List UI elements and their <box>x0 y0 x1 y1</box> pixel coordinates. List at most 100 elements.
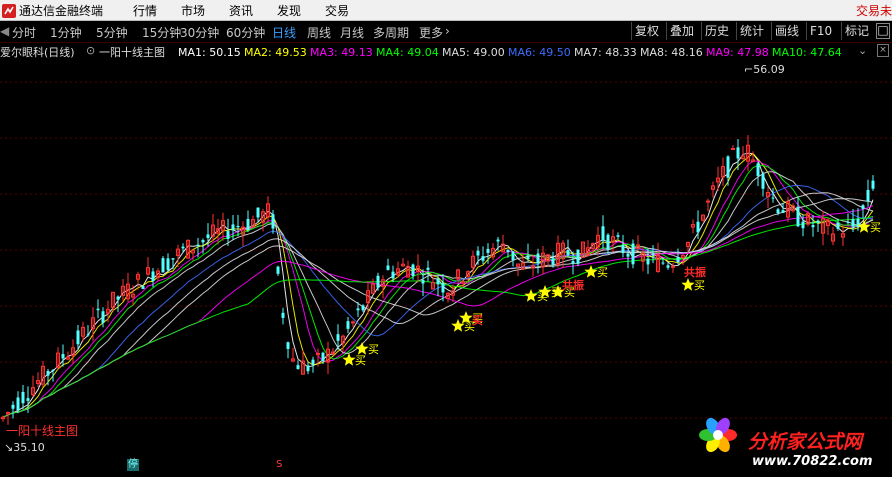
candle-down <box>311 359 315 365</box>
high-arrow-icon: ⌐ <box>744 63 754 76</box>
window-toggle-icon[interactable]: □ <box>876 23 890 39</box>
candle-down <box>621 244 625 254</box>
candle-down <box>606 234 610 250</box>
tab-15min[interactable]: 15分钟 <box>142 24 181 41</box>
candle-down <box>421 279 425 284</box>
candle-down <box>801 221 805 229</box>
s-mark: S <box>276 459 283 470</box>
candle-down <box>356 308 360 311</box>
stock-title: 爱尔眼科(日线) <box>0 46 75 59</box>
menu-trade[interactable]: 交易 <box>325 2 349 19</box>
formula-name[interactable]: 一阳十线主图 <box>99 44 165 60</box>
tab-30min[interactable]: 30分钟 <box>180 24 219 41</box>
buy-signal: 买 <box>681 278 705 292</box>
candle-down <box>286 342 290 349</box>
candle-down <box>496 239 500 242</box>
candle-down <box>566 250 570 256</box>
app-title: 通达信金融终端 <box>19 4 104 18</box>
candle-down <box>836 222 840 229</box>
candle-down <box>871 180 875 189</box>
candle-down <box>231 224 235 231</box>
candle-down <box>651 253 655 256</box>
buy-signal: 买 <box>857 220 881 234</box>
formula-dropdown-icon[interactable]: ⊙ <box>86 44 95 57</box>
candle-down <box>726 156 730 178</box>
candle-down <box>661 262 665 264</box>
candle-down <box>426 267 430 270</box>
candle-down <box>16 397 20 411</box>
candle-down <box>631 243 635 265</box>
mark-button[interactable]: 标记 <box>841 22 872 40</box>
candle-down <box>411 264 415 276</box>
ma-value-7: MA7: 48.33 <box>574 46 637 59</box>
watermark-url: www.70822.com <box>752 454 873 469</box>
candle-down <box>51 369 55 371</box>
more-chevron-icon[interactable]: › <box>445 24 450 38</box>
resonance-label: 共振 <box>684 266 706 279</box>
candle-down <box>321 352 325 362</box>
candle-down <box>86 334 90 336</box>
candle-down <box>441 282 445 293</box>
tab-5min[interactable]: 5分钟 <box>96 24 128 41</box>
tab-1min[interactable]: 1分钟 <box>50 24 82 41</box>
candle-up <box>706 200 710 203</box>
ma-value-5: MA5: 49.00 <box>442 46 505 59</box>
candle-down <box>346 321 350 329</box>
candle-down <box>866 189 870 202</box>
candlestick-chart[interactable]: 买买买买买买买买买买 <box>0 59 892 477</box>
candle-down <box>601 226 605 241</box>
ma-value-3: MA3: 49.13 <box>310 46 373 59</box>
candle-down <box>151 271 155 282</box>
candle-down <box>271 214 275 229</box>
trade-status-link[interactable]: 交易未 <box>856 2 892 19</box>
overlay-button[interactable]: 叠加 <box>666 22 697 40</box>
ma-value-9: MA9: 47.98 <box>706 46 769 59</box>
candle-down <box>296 365 300 370</box>
buy-signal: 买 <box>584 265 608 279</box>
candle-down <box>476 250 480 256</box>
candle-down <box>61 354 65 359</box>
tab-timeshare[interactable]: 分时 <box>12 24 36 41</box>
buy-signal-label: 买 <box>368 343 379 356</box>
adjust-price-button[interactable]: 复权 <box>631 22 662 40</box>
candle-down <box>26 398 30 401</box>
tab-multi-period[interactable]: 多周期 <box>373 24 409 41</box>
candle-down <box>796 206 800 227</box>
tab-more[interactable]: 更多 <box>419 24 443 41</box>
f10-button[interactable]: F10 <box>806 22 835 40</box>
tab-weekly[interactable]: 周线 <box>307 24 331 41</box>
candle-down <box>96 308 100 311</box>
statistics-button[interactable]: 统计 <box>736 22 767 40</box>
candle-down <box>666 265 670 268</box>
tab-daily[interactable]: 日线 <box>272 24 296 41</box>
candle-down <box>536 253 540 264</box>
candle-down <box>696 221 700 233</box>
menu-market[interactable]: 市场 <box>181 2 205 19</box>
indicator-bar: 爱尔眼科(日线) ⊙ 一阳十线主图 MA1: 50.15 MA2: 49.53 MA… <box>0 42 892 59</box>
candle-down <box>816 220 820 223</box>
resonance-label: 共振 <box>562 279 584 292</box>
candle-down <box>736 147 740 159</box>
menu-discover[interactable]: 发现 <box>277 2 301 19</box>
tab-60min[interactable]: 60分钟 <box>226 24 265 41</box>
ma-line-10 <box>2 215 874 418</box>
menu-market-quotes[interactable]: 行情 <box>133 2 157 19</box>
indicator-settings-icon[interactable]: ⌄ <box>858 44 867 57</box>
period-toolbar: ◀ 分时 1分钟 5分钟 15分钟 30分钟 60分钟 日线 周线 月线 多周期… <box>0 21 892 43</box>
candle-down <box>626 253 630 257</box>
tab-monthly[interactable]: 月线 <box>340 24 364 41</box>
candle-down <box>776 209 780 214</box>
candle-up <box>351 321 355 324</box>
draw-line-button[interactable]: 画线 <box>771 22 802 40</box>
watermark-title: 分析家公式网 <box>748 431 863 453</box>
candle-down <box>116 296 120 300</box>
toolbar-left-arrow-icon[interactable]: ◀ <box>0 24 9 38</box>
indicator-close-icon[interactable]: × <box>877 44 889 57</box>
candle-down <box>276 266 280 274</box>
buy-signal-label: 买 <box>870 221 881 234</box>
menu-news[interactable]: 资讯 <box>229 2 253 19</box>
history-button[interactable]: 历史 <box>701 22 732 40</box>
suspend-badge: 停 <box>127 459 139 471</box>
app-logo-icon <box>2 3 16 18</box>
star-icon <box>524 289 538 302</box>
